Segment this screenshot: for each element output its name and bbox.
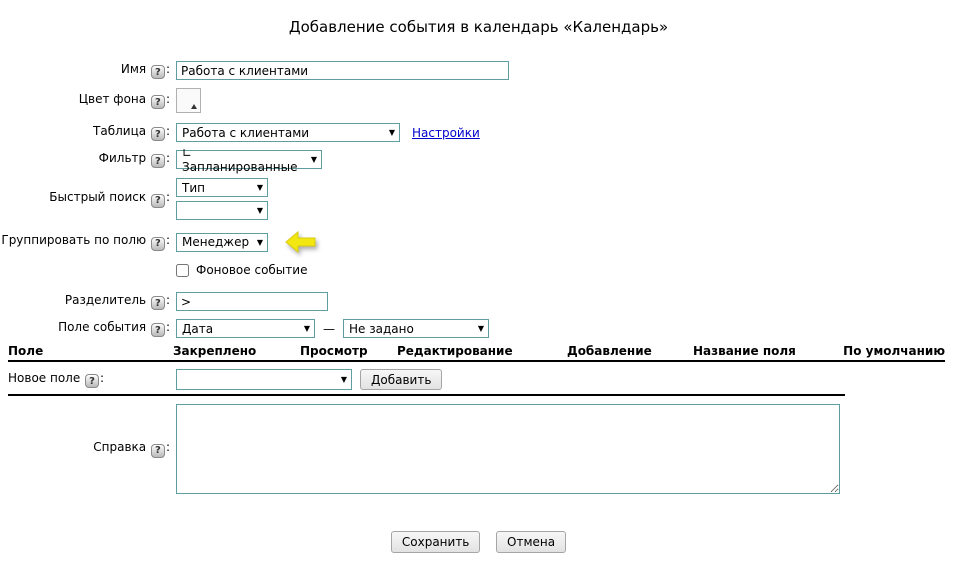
help-icon[interactable]: ?: [151, 127, 165, 141]
filter-select[interactable]: ∟ Запланированные ▼: [176, 150, 322, 169]
column-header-add: Добавление: [567, 344, 652, 358]
separator-label: Разделитель ?:: [0, 293, 170, 311]
form-row-help: Справка ?:: [0, 404, 957, 494]
highlight-arrow-icon: [284, 230, 318, 254]
quick-search-select-1[interactable]: Тип ▼: [176, 178, 268, 197]
fields-table-header: Поле Закреплено Просмотр Редактирование …: [8, 344, 945, 362]
column-header-field: Поле: [8, 344, 43, 358]
quick-search-label: Быстрый поиск ?:: [0, 190, 170, 208]
form-row-group-by: Группировать по полю ?: Менеджер ▼: [0, 230, 957, 254]
background-event-checkbox[interactable]: [176, 264, 189, 277]
name-input[interactable]: [176, 61, 509, 80]
chevron-down-icon: ▼: [304, 324, 310, 333]
group-by-label: Группировать по полю ?:: [0, 233, 170, 251]
chevron-down-icon: ▼: [257, 206, 263, 215]
form-row-new-field: Новое поле ?: ▼ Добавить: [8, 368, 957, 391]
form-row-table: Таблица ?: Работа с клиентами ▼ Настройк…: [0, 123, 957, 142]
new-field-select[interactable]: ▼: [176, 369, 352, 390]
bg-color-picker[interactable]: [176, 88, 201, 113]
background-event-label: Фоновое событие: [196, 263, 307, 277]
table-select[interactable]: Работа с клиентами ▼: [176, 123, 400, 142]
new-field-label: Новое поле ?:: [8, 371, 176, 389]
event-field-label: Поле события ?:: [0, 320, 170, 338]
quick-search-select-2[interactable]: ▼: [176, 201, 268, 220]
swatch-dropdown-triangle-icon: [191, 104, 197, 109]
form-row-background-event: Фоновое событие: [0, 263, 957, 277]
chevron-down-icon: ▼: [257, 183, 263, 192]
help-icon[interactable]: ?: [151, 444, 165, 458]
add-field-button[interactable]: Добавить: [360, 369, 442, 390]
chevron-down-icon: ▼: [341, 375, 347, 384]
help-textarea[interactable]: [176, 404, 840, 494]
help-icon[interactable]: ?: [151, 237, 165, 251]
event-field-to-select[interactable]: Не задано ▼: [343, 319, 489, 338]
range-dash: —: [323, 322, 335, 336]
filter-label: Фильтр ?:: [0, 151, 170, 169]
form-row-quick-search: Быстрый поиск ?: Тип ▼ ▼: [0, 178, 957, 220]
page-title: Добавление события в календарь «Календар…: [0, 18, 957, 36]
table-label: Таблица ?:: [0, 124, 170, 142]
help-label: Справка ?:: [0, 440, 170, 458]
name-label: Имя ?:: [0, 62, 170, 80]
save-button[interactable]: Сохранить: [391, 531, 481, 553]
chevron-down-icon: ▼: [389, 128, 395, 137]
column-header-edit: Редактирование: [397, 344, 513, 358]
form-row-bg-color: Цвет фона ?:: [0, 88, 957, 113]
chevron-down-icon: ▼: [257, 238, 263, 247]
action-bar: Сохранить Отмена: [0, 531, 957, 553]
form-row-filter: Фильтр ?: ∟ Запланированные ▼: [0, 150, 957, 169]
form-row-separator: Разделитель ?:: [0, 292, 957, 311]
column-header-default: По умолчанию: [843, 344, 945, 358]
bg-color-label: Цвет фона ?:: [0, 92, 170, 110]
form-row-event-field: Поле события ?: Дата ▼ — Не задано ▼: [0, 319, 957, 338]
help-icon[interactable]: ?: [151, 296, 165, 310]
column-header-field-name: Название поля: [693, 344, 796, 358]
help-icon[interactable]: ?: [85, 374, 99, 388]
help-icon[interactable]: ?: [151, 194, 165, 208]
column-header-pinned: Закреплено: [173, 344, 256, 358]
help-icon[interactable]: ?: [151, 65, 165, 79]
event-field-from-select[interactable]: Дата ▼: [176, 319, 315, 338]
section-divider: [8, 394, 845, 396]
event-form: Имя ?: Цвет фона ?: Таблица ?: Работа с …: [0, 61, 957, 553]
column-header-view: Просмотр: [300, 344, 368, 358]
cancel-button[interactable]: Отмена: [496, 531, 566, 553]
chevron-down-icon: ▼: [311, 155, 317, 164]
separator-input[interactable]: [176, 292, 328, 311]
settings-link[interactable]: Настройки: [412, 126, 480, 140]
chevron-down-icon: ▼: [478, 324, 484, 333]
help-icon[interactable]: ?: [151, 154, 165, 168]
help-icon[interactable]: ?: [151, 323, 165, 337]
group-by-select[interactable]: Менеджер ▼: [176, 233, 268, 252]
help-icon[interactable]: ?: [151, 95, 165, 109]
form-row-name: Имя ?:: [0, 61, 957, 80]
